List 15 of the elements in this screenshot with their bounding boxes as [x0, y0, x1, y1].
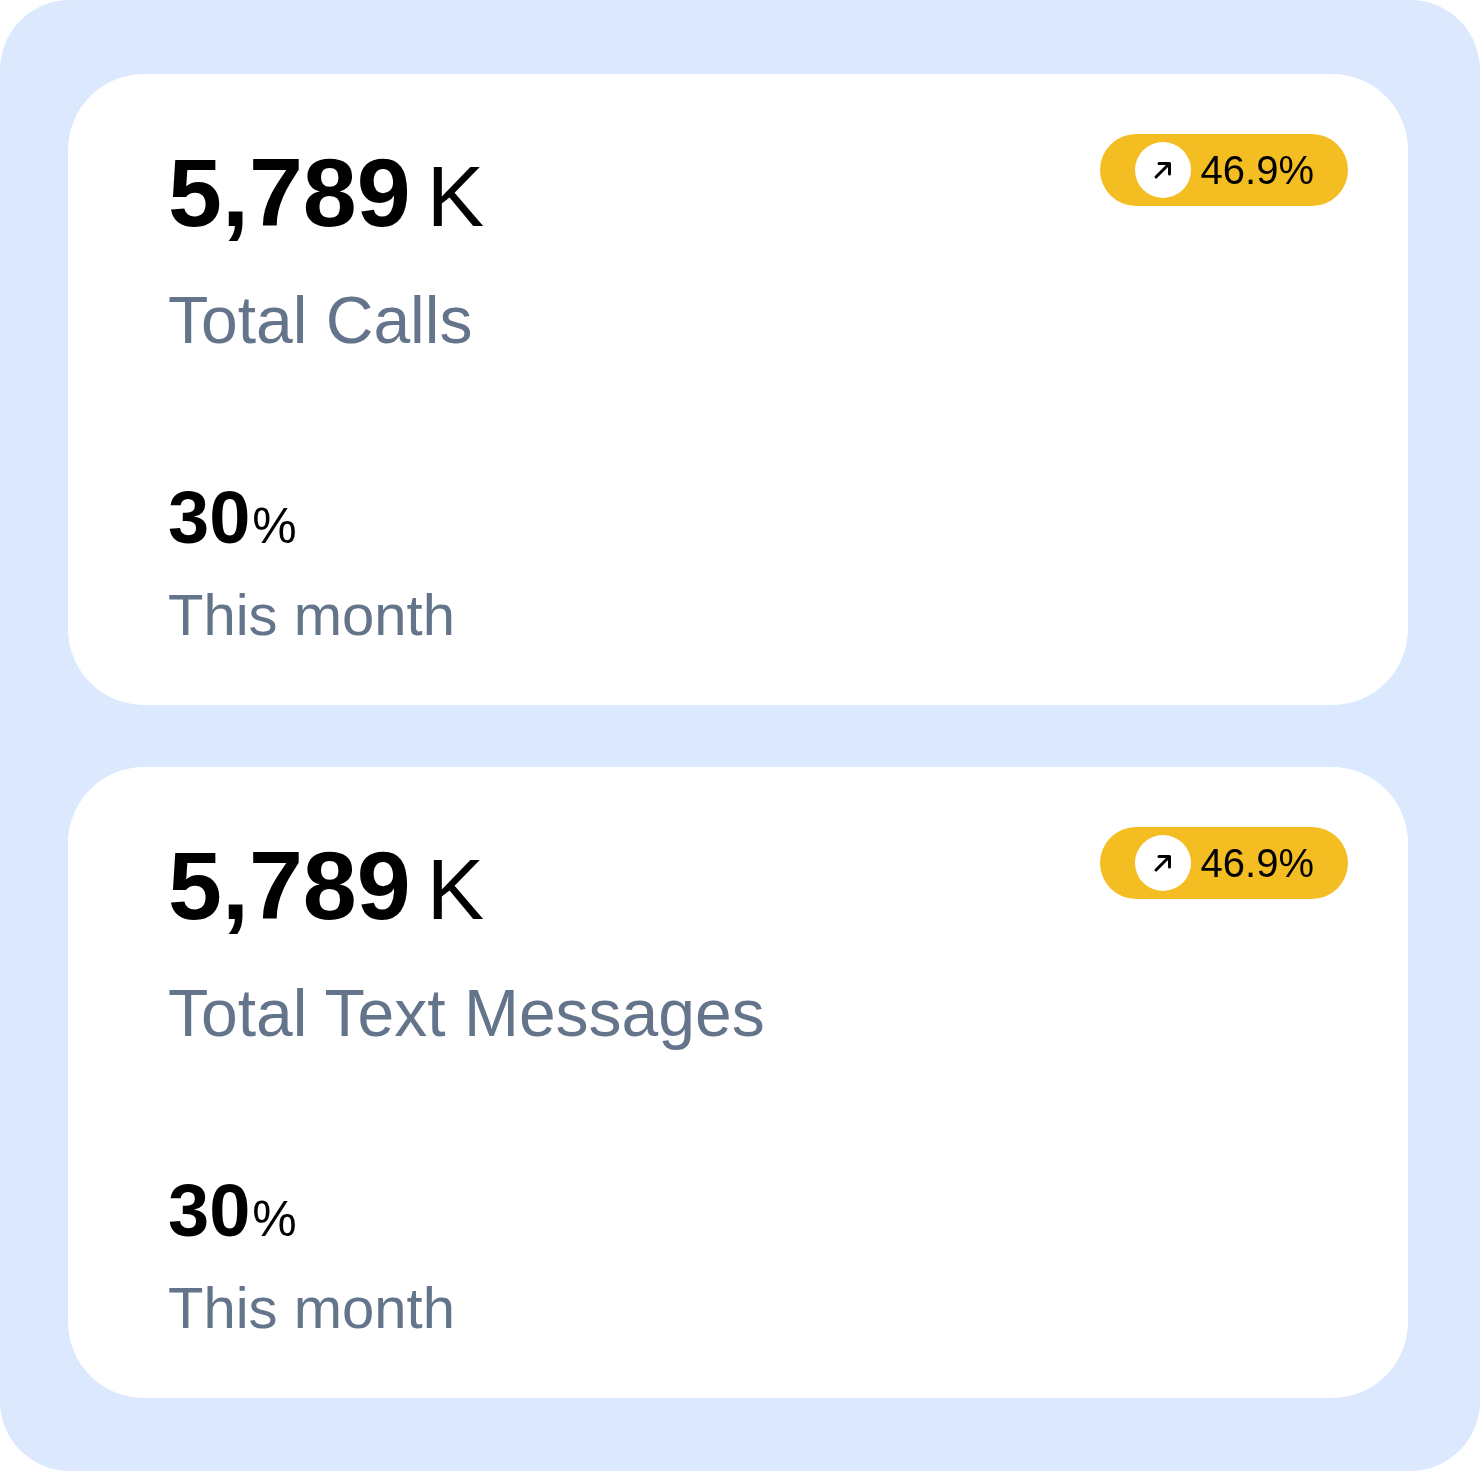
stat-label: Total Calls: [168, 287, 473, 353]
stat-value: 5,789: [168, 144, 411, 241]
stat-unit: K: [426, 153, 485, 239]
stat-unit: K: [426, 846, 485, 932]
arrow-up-right-icon: [1134, 142, 1191, 198]
percent-value: 30: [168, 481, 251, 555]
period-label: This month: [168, 1279, 455, 1337]
change-value: 46.9%: [1200, 150, 1314, 190]
percent-unit: %: [252, 501, 297, 551]
arrow-up-right-icon: [1134, 835, 1191, 891]
percent-value: 30: [168, 1174, 251, 1248]
percent-unit: %: [252, 1194, 297, 1244]
change-value: 46.9%: [1200, 843, 1314, 883]
period-label: This month: [168, 586, 455, 644]
stat-value: 5,789: [168, 837, 411, 934]
